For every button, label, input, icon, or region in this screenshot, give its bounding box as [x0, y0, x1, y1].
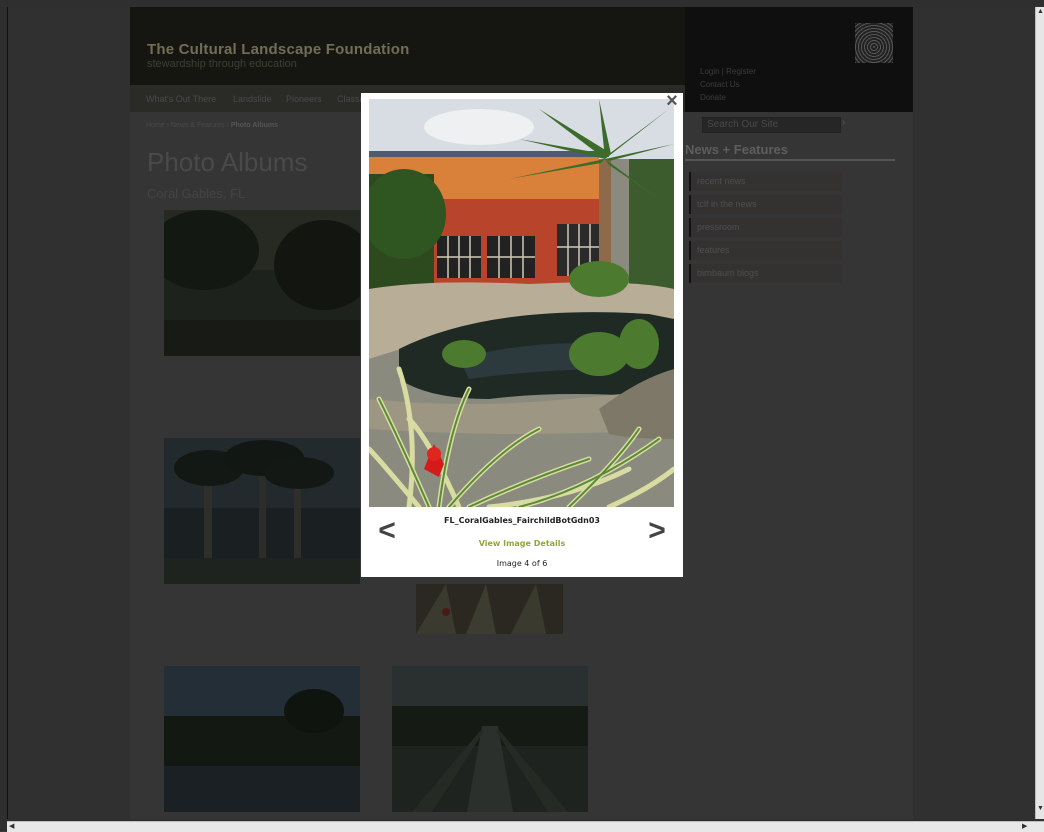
news-item-birnbaum-blogs[interactable]: birnbaum blogs [689, 264, 842, 283]
thumbnail-image [164, 666, 360, 812]
view-image-details-link[interactable]: View Image Details [401, 539, 643, 548]
image-caption: FL_CoralGables_FairchildBotGdn03 [444, 516, 600, 525]
thumbnail-image [164, 210, 360, 356]
contact-link[interactable]: Contact Us [700, 78, 756, 91]
news-item-recent-news[interactable]: recent news [689, 172, 842, 191]
page-title: Photo Albums [147, 147, 308, 177]
horizontal-scrollbar[interactable]: ◀ ▶ [7, 821, 1044, 832]
album-thumbnail[interactable] [164, 666, 360, 812]
image-counter: Image 4 of 6 [496, 559, 548, 568]
thumbnail-image [164, 438, 360, 584]
nav-pioneers[interactable]: Pioneers [286, 94, 322, 104]
fingerprint-logo-icon [855, 23, 893, 63]
chevron-right-icon[interactable]: > [645, 516, 669, 546]
scroll-down-icon[interactable]: ▼ [1037, 805, 1044, 812]
utility-links: Login | Register Contact Us Donate [700, 65, 756, 104]
news-heading: News + Features [685, 142, 895, 161]
header-utility: Login | Register Contact Us Donate [685, 7, 913, 112]
lightbox-image [369, 99, 674, 507]
thumbnail-image [416, 584, 563, 634]
site-tagline: stewardship through education [147, 58, 297, 70]
vertical-scrollbar[interactable]: ▲ ▼ [1035, 7, 1044, 819]
breadcrumb-current: Photo Albums [230, 122, 278, 129]
news-item-tclf-in-the-news[interactable]: tclf in the news [689, 195, 842, 214]
chevron-left-icon[interactable]: < [375, 516, 399, 546]
scroll-left-icon[interactable]: ◀ [9, 822, 14, 830]
lightbox-modal: × < > FL_CoralGables_FairchildBotGdn03 V… [361, 91, 683, 577]
site-title[interactable]: The Cultural Landscape Foundation [147, 41, 409, 58]
close-icon[interactable]: × [662, 91, 682, 111]
nav-landslide[interactable]: Landslide [233, 94, 272, 104]
breadcrumb: Home › News & Features › Photo Albums [146, 122, 278, 129]
album-thumbnail[interactable] [164, 210, 360, 356]
login-link[interactable]: Login | Register [700, 65, 756, 78]
page-subtitle: Coral Gables, FL [147, 186, 246, 201]
news-item-features[interactable]: features [689, 241, 842, 260]
album-thumbnail[interactable] [392, 666, 588, 812]
garden-photo [369, 99, 674, 507]
site-header: The Cultural Landscape Foundation stewar… [130, 7, 685, 85]
search-input[interactable]: Search Our Site [702, 117, 841, 133]
scroll-right-icon[interactable]: ▶ [1022, 822, 1027, 830]
scroll-up-icon[interactable]: ▲ [1037, 8, 1044, 15]
breadcrumb-trail[interactable]: Home › News & Features › [146, 122, 231, 129]
album-thumbnail[interactable] [164, 438, 360, 584]
thumbnail-image [392, 666, 588, 812]
album-thumbnail[interactable] [416, 584, 563, 634]
news-item-pressroom[interactable]: pressroom [689, 218, 842, 237]
nav-whats-out-there[interactable]: What's Out There [146, 94, 216, 104]
search-go-button[interactable]: › [842, 117, 856, 131]
donate-link[interactable]: Donate [700, 91, 756, 104]
